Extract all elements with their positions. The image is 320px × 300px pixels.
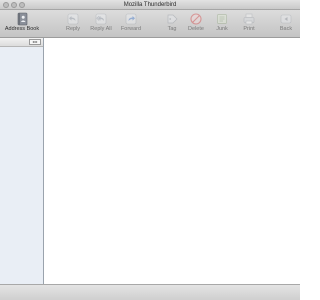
- print-icon: [243, 13, 255, 25]
- forward-button[interactable]: Forward: [118, 12, 144, 36]
- status-bar: [0, 284, 300, 300]
- pane-view-toggle[interactable]: ◂ ▸: [29, 39, 41, 45]
- print-label: Print: [243, 26, 255, 32]
- window-title: Mozilla Thunderbird: [123, 2, 177, 8]
- main-toolbar: Address Book Reply Reply All Forward Tag…: [0, 10, 300, 38]
- tag-icon: [167, 14, 178, 24]
- reply-button[interactable]: Reply: [62, 12, 84, 36]
- address-book-icon: [17, 12, 28, 26]
- forward-icon: [125, 13, 137, 25]
- tag-label: Tag: [167, 26, 177, 32]
- reply-all-button[interactable]: Reply All: [88, 12, 114, 36]
- reply-all-label: Reply All: [90, 26, 112, 32]
- reply-icon: [67, 13, 79, 25]
- folder-pane[interactable]: ◂ ▸: [0, 38, 44, 284]
- print-button[interactable]: Print: [238, 12, 260, 36]
- reply-label: Reply: [65, 26, 81, 32]
- address-book-button[interactable]: Address Book: [4, 12, 40, 36]
- junk-label: Junk: [216, 26, 228, 32]
- folder-pane-header: ◂ ▸: [0, 38, 43, 47]
- title-bar: Mozilla Thunderbird: [0, 0, 300, 10]
- delete-icon: [190, 13, 202, 25]
- tag-button[interactable]: Tag: [162, 12, 182, 36]
- back-button[interactable]: Back: [276, 12, 296, 36]
- message-area[interactable]: [44, 38, 300, 284]
- delete-button[interactable]: Delete: [184, 12, 208, 36]
- forward-label: Forward: [120, 26, 142, 32]
- thunderbird-window: Mozilla Thunderbird Address Book Reply R…: [0, 0, 300, 300]
- back-icon: [280, 14, 292, 24]
- junk-button[interactable]: Junk: [212, 12, 232, 36]
- back-label: Back: [279, 26, 293, 32]
- reply-all-icon: [95, 13, 107, 25]
- junk-icon: [217, 14, 227, 24]
- delete-label: Delete: [188, 26, 204, 32]
- address-book-label: Address Book: [4, 26, 40, 32]
